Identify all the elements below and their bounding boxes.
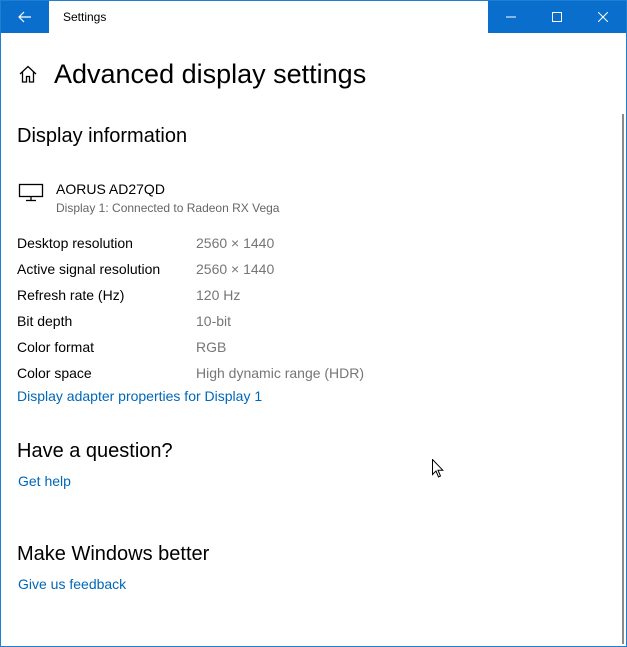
minimize-button[interactable] bbox=[488, 1, 534, 33]
mouse-pointer-icon bbox=[432, 459, 444, 478]
monitor-info: AORUS AD27QD Display 1: Connected to Rad… bbox=[17, 179, 279, 217]
monitor-text: AORUS AD27QD Display 1: Connected to Rad… bbox=[56, 179, 279, 217]
info-row-active-signal-resolution: Active signal resolution 2560 × 1440 bbox=[17, 256, 597, 282]
info-label: Color format bbox=[17, 339, 95, 355]
info-value: 120 Hz bbox=[196, 287, 241, 303]
info-label: Refresh rate (Hz) bbox=[17, 287, 125, 303]
monitor-name: AORUS AD27QD bbox=[56, 181, 165, 197]
minimize-icon bbox=[506, 16, 516, 18]
home-icon[interactable] bbox=[17, 63, 39, 85]
close-button[interactable] bbox=[580, 1, 626, 33]
display-adapter-properties-link[interactable]: Display adapter properties for Display 1 bbox=[17, 386, 262, 406]
info-label: Color space bbox=[17, 365, 92, 381]
page-header: Advanced display settings bbox=[17, 57, 366, 91]
info-row-color-format: Color format RGB bbox=[17, 334, 597, 360]
info-row-desktop-resolution: Desktop resolution 2560 × 1440 bbox=[17, 230, 597, 256]
settings-content: Advanced display settings Display inform… bbox=[1, 33, 613, 646]
page-title: Advanced display settings bbox=[54, 59, 367, 89]
maximize-icon bbox=[552, 12, 562, 22]
info-row-refresh-rate: Refresh rate (Hz) 120 Hz bbox=[17, 282, 597, 308]
info-value: RGB bbox=[196, 339, 227, 355]
info-value: 2560 × 1440 bbox=[196, 261, 275, 277]
display-info-table: Desktop resolution 2560 × 1440 Active si… bbox=[17, 230, 597, 386]
info-value: High dynamic range (HDR) bbox=[196, 365, 365, 381]
info-value: 2560 × 1440 bbox=[196, 235, 275, 251]
info-value: 10-bit bbox=[196, 313, 232, 329]
monitor-icon bbox=[17, 183, 45, 205]
have-a-question-heading: Have a question? bbox=[17, 440, 173, 462]
info-label: Bit depth bbox=[17, 313, 73, 329]
info-row-color-space: Color space High dynamic range (HDR) bbox=[17, 360, 597, 386]
caption-buttons bbox=[488, 1, 626, 33]
info-label: Active signal resolution bbox=[17, 261, 161, 277]
title-bar: Settings bbox=[1, 1, 626, 33]
scrollbar[interactable] bbox=[613, 33, 626, 646]
settings-window: Settings Advanced display settings Displ… bbox=[0, 0, 627, 647]
info-row-bit-depth: Bit depth 10-bit bbox=[17, 308, 597, 334]
display-information-heading: Display information bbox=[17, 125, 188, 147]
get-help-link[interactable]: Get help bbox=[18, 471, 71, 491]
maximize-button[interactable] bbox=[534, 1, 580, 33]
back-arrow-icon bbox=[18, 11, 31, 23]
back-button[interactable] bbox=[1, 1, 49, 33]
scrollbar-thumb[interactable] bbox=[622, 114, 624, 644]
give-feedback-link[interactable]: Give us feedback bbox=[18, 574, 126, 594]
monitor-subtitle: Display 1: Connected to Radeon RX Vega bbox=[56, 201, 280, 215]
info-label: Desktop resolution bbox=[17, 235, 133, 251]
window-title: Settings bbox=[63, 10, 107, 24]
make-windows-better-heading: Make Windows better bbox=[17, 543, 210, 565]
close-icon bbox=[598, 12, 608, 22]
